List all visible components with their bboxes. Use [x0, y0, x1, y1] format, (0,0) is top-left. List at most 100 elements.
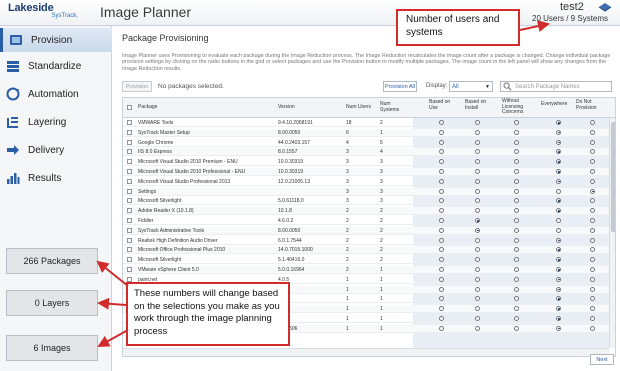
provision-radio[interactable] — [556, 169, 561, 174]
provision-radio[interactable] — [556, 237, 561, 243]
provision-radio[interactable] — [514, 237, 519, 243]
provision-radio[interactable] — [556, 286, 561, 292]
provision-radio[interactable] — [590, 159, 595, 165]
provision-radio[interactable] — [590, 286, 595, 292]
user-name[interactable]: test2 — [560, 1, 584, 13]
provision-radio[interactable] — [556, 267, 561, 272]
provision-radio[interactable] — [439, 316, 444, 321]
provision-radio[interactable] — [514, 227, 519, 233]
user-settings-icon[interactable] — [598, 2, 612, 12]
row-checkbox[interactable] — [127, 178, 132, 184]
provision-radio[interactable] — [556, 178, 561, 184]
provision-radio[interactable] — [475, 296, 480, 302]
provision-radio[interactable] — [590, 306, 595, 312]
provision-radio[interactable] — [556, 218, 561, 223]
table-row[interactable]: Microsoft Office Professional Plus 2010 1… — [123, 246, 609, 255]
provision-radio[interactable] — [439, 129, 444, 135]
sidebar-item-results[interactable]: Results — [0, 166, 112, 190]
provision-radio[interactable] — [556, 188, 561, 194]
provision-radio[interactable] — [590, 218, 595, 223]
table-row[interactable]: VMware vSphere Client 5.0 5.0.0.16964 2 1 — [123, 266, 609, 274]
provision-radio[interactable] — [556, 129, 561, 135]
provision-radio[interactable] — [514, 208, 519, 214]
provision-radio[interactable] — [514, 316, 519, 321]
provision-radio[interactable] — [439, 247, 444, 253]
provision-radio[interactable] — [514, 188, 519, 194]
table-row[interactable]: Realtek High Definition Audio Driver 6.0.… — [123, 237, 609, 245]
sidebar-item-standardize[interactable]: Standardize — [0, 54, 112, 78]
provision-radio[interactable] — [514, 306, 519, 312]
provision-all-button[interactable]: Provision All — [383, 81, 417, 92]
table-row[interactable]: VMWARE Tools 9.4.10.2068191 18 2 — [123, 119, 609, 127]
table-row[interactable]: Microsoft Visual Studio Professional 201… — [123, 178, 609, 186]
scrollbar-thumb[interactable] — [611, 122, 615, 232]
provision-radio[interactable] — [439, 257, 444, 263]
column-header-everywhere[interactable]: Everywhere — [541, 101, 573, 108]
provision-radio[interactable] — [475, 325, 480, 331]
column-header-num-users[interactable]: Num Users — [346, 104, 371, 111]
row-checkbox[interactable] — [127, 159, 132, 165]
provision-radio[interactable] — [475, 237, 480, 243]
provision-radio[interactable] — [514, 325, 519, 331]
provision-radio[interactable] — [590, 120, 595, 125]
table-row[interactable]: Adobe Reader X (10.1.8) 10.1.8 2 2 — [123, 207, 609, 216]
horizontal-scrollbar[interactable] — [123, 348, 609, 356]
provision-radio[interactable] — [475, 178, 480, 184]
provision-radio[interactable] — [439, 159, 444, 165]
provision-radio[interactable] — [475, 139, 480, 145]
provision-radio[interactable] — [556, 296, 561, 302]
column-header-do-not-provision[interactable]: Do Not Provision — [576, 99, 606, 111]
provision-radio[interactable] — [514, 149, 519, 155]
provision-radio[interactable] — [590, 257, 595, 263]
provision-radio[interactable] — [475, 267, 480, 272]
column-header-without-licensing[interactable]: Without Licensing Concerns — [502, 98, 532, 116]
provision-radio[interactable] — [556, 325, 561, 331]
column-header-package[interactable]: Package — [138, 104, 157, 111]
provision-radio[interactable] — [556, 120, 561, 125]
provision-radio[interactable] — [475, 149, 480, 155]
provision-radio[interactable] — [514, 296, 519, 302]
provision-radio[interactable] — [590, 247, 595, 253]
sidebar-item-layering[interactable]: Layering — [0, 110, 112, 134]
provision-radio[interactable] — [590, 316, 595, 321]
row-checkbox[interactable] — [127, 188, 132, 194]
provision-radio[interactable] — [590, 208, 595, 214]
provision-radio[interactable] — [590, 198, 595, 204]
table-row[interactable]: Microsoft Visual Studio 2010 Professiona… — [123, 168, 609, 176]
provision-radio[interactable] — [439, 227, 444, 233]
provision-radio[interactable] — [439, 286, 444, 292]
sidebar-item-delivery[interactable]: Delivery — [0, 138, 112, 162]
provision-radio[interactable] — [590, 129, 595, 135]
provision-radio[interactable] — [590, 276, 595, 282]
provision-radio[interactable] — [475, 129, 480, 135]
provision-radio[interactable] — [475, 276, 480, 282]
provision-radio[interactable] — [590, 325, 595, 331]
sidebar-item-provision[interactable]: Provision — [0, 28, 112, 52]
provision-radio[interactable] — [556, 316, 561, 321]
provision-radio[interactable] — [556, 276, 561, 282]
row-checkbox[interactable] — [127, 218, 132, 223]
provision-radio[interactable] — [590, 178, 595, 184]
provision-radio[interactable] — [556, 149, 561, 155]
table-row[interactable]: Google Chrome 44.0.2403.157 4 5 — [123, 139, 609, 147]
provision-radio[interactable] — [439, 237, 444, 243]
provision-radio[interactable] — [590, 267, 595, 272]
select-all-checkbox[interactable] — [127, 105, 132, 110]
provision-radio[interactable] — [514, 139, 519, 145]
provision-radio[interactable] — [439, 120, 444, 125]
column-header-version[interactable]: Version — [278, 104, 295, 111]
sidebar-item-automation[interactable]: Automation — [0, 82, 112, 106]
provision-radio[interactable] — [475, 188, 480, 194]
row-checkbox[interactable] — [127, 129, 132, 135]
provision-radio[interactable] — [514, 178, 519, 184]
table-row[interactable]: SysTrack Administrative Tools 8.00.0050 2 2 — [123, 226, 609, 235]
row-checkbox[interactable] — [127, 139, 132, 145]
provision-radio[interactable] — [590, 296, 595, 302]
provision-radio[interactable] — [475, 227, 480, 233]
provision-radio[interactable] — [590, 169, 595, 174]
provision-radio[interactable] — [556, 198, 561, 204]
table-row[interactable]: Settings 3 3 — [123, 187, 609, 196]
provision-radio[interactable] — [475, 316, 480, 321]
provision-radio[interactable] — [475, 257, 480, 263]
display-select[interactable]: All ▼ — [449, 81, 493, 92]
